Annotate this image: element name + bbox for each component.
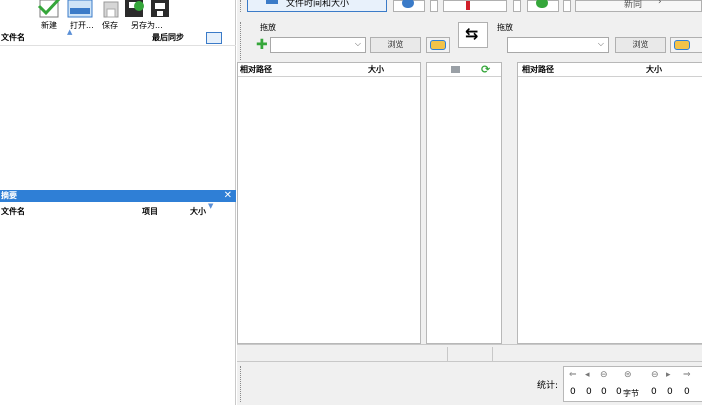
left-folder-input[interactable]: ⌵ bbox=[270, 37, 366, 53]
right-folder-input[interactable]: ⌵ bbox=[507, 37, 609, 53]
open-config-button[interactable] bbox=[66, 0, 94, 18]
summary-title-bar: 摘要 ✕ bbox=[0, 190, 236, 202]
stat-delete-left: 0 bbox=[601, 387, 607, 397]
stat-bytes-unit: 字节 bbox=[623, 389, 639, 398]
stat-create-right: 0 bbox=[684, 387, 690, 397]
delete-right-icon: ⊖ bbox=[651, 370, 659, 380]
open-folder-icon bbox=[67, 0, 93, 18]
right-grid-header: 相对路径 大小 bbox=[518, 63, 702, 77]
stat-delete-right: 0 bbox=[651, 387, 657, 397]
new-file-icon bbox=[37, 0, 61, 18]
green-gear-icon bbox=[536, 0, 548, 8]
cloud-folder-icon bbox=[430, 40, 446, 50]
add-folder-pair-button[interactable]: ✚ bbox=[255, 37, 269, 53]
stat-create-left: 0 bbox=[570, 387, 576, 397]
compare-settings-button[interactable] bbox=[393, 0, 425, 12]
right-cloud-button[interactable] bbox=[670, 37, 702, 53]
delete-left-icon: ⊖ bbox=[600, 370, 608, 380]
col-file-name[interactable]: 文件名 bbox=[1, 30, 25, 46]
save-as-icon bbox=[125, 0, 144, 17]
filter-icon bbox=[466, 1, 470, 10]
stats-label: 统计: bbox=[537, 381, 559, 391]
update-right-icon: ▸ bbox=[666, 370, 671, 380]
left-file-grid[interactable] bbox=[237, 62, 421, 344]
right-col-path[interactable]: 相对路径 bbox=[522, 63, 554, 77]
close-icon[interactable]: ✕ bbox=[224, 190, 232, 202]
list-view-icon[interactable] bbox=[206, 32, 222, 44]
right-drag-label: 拖放 bbox=[497, 23, 513, 32]
summary-header: 文件名 项目 大小 ▼ bbox=[0, 202, 236, 220]
middle-action-grid[interactable] bbox=[426, 62, 502, 344]
stat-bytes: 0 bbox=[616, 387, 622, 397]
summary-col-name[interactable]: 文件名 bbox=[1, 204, 25, 220]
config-list[interactable] bbox=[0, 46, 236, 190]
folder-grip-left[interactable] bbox=[240, 22, 243, 60]
chevron-right-icon: › bbox=[658, 0, 662, 7]
stats-grip[interactable] bbox=[240, 366, 243, 402]
compare-icon bbox=[266, 0, 278, 4]
toolbar-grip[interactable] bbox=[240, 0, 243, 12]
summary-col-item[interactable]: 项目 bbox=[142, 204, 158, 220]
plus-icon: ✚ bbox=[256, 37, 268, 53]
left-cloud-button[interactable] bbox=[426, 37, 450, 53]
chevron-down-icon: ⌵ bbox=[597, 39, 604, 48]
left-grid-header: 相对路径 大小 bbox=[238, 63, 420, 77]
save-as-button[interactable] bbox=[121, 0, 149, 18]
save-as-batch-button[interactable] bbox=[147, 0, 175, 18]
left-browse-button[interactable]: 浏览 bbox=[370, 37, 421, 53]
left-panel: 新建 打开... 保存 另存为... 文件名 ▲ 最后同步 摘要 ✕ 文件名 项… bbox=[0, 0, 236, 405]
summary-list[interactable] bbox=[0, 220, 236, 405]
right-col-size[interactable]: 大小 bbox=[646, 63, 662, 77]
sync-settings-button[interactable] bbox=[527, 0, 559, 12]
stats-panel: ⇐ ◂ ⊖ ⊜ ⊖ ▸ ⇒ 0 0 0 0 字节 0 0 0 bbox=[563, 366, 702, 402]
save-as-batch-icon bbox=[151, 0, 169, 17]
create-right-icon: ⇒ bbox=[683, 370, 691, 380]
filter-dropdown[interactable] bbox=[513, 0, 521, 12]
right-browse-button[interactable]: 浏览 bbox=[615, 37, 666, 53]
summary-col-size[interactable]: 大小 bbox=[190, 204, 206, 220]
status-divider bbox=[492, 347, 493, 361]
summary-title: 摘要 bbox=[1, 191, 17, 200]
stat-update-left: 0 bbox=[586, 387, 592, 397]
status-bar bbox=[237, 344, 702, 362]
gear-icon bbox=[402, 0, 414, 8]
cloud-folder-icon bbox=[674, 40, 690, 50]
status-divider bbox=[447, 347, 448, 361]
refresh-icon[interactable]: ⟳ bbox=[481, 63, 490, 77]
sync-button[interactable]: 新同 › bbox=[575, 0, 702, 12]
config-list-header: 文件名 ▲ 最后同步 bbox=[0, 28, 236, 46]
stat-update-right: 0 bbox=[667, 387, 673, 397]
left-drag-label: 拖放 bbox=[260, 23, 276, 32]
sort-asc-icon: ▲ bbox=[67, 28, 73, 36]
sync-dropdown[interactable] bbox=[563, 0, 571, 12]
left-col-size[interactable]: 大小 bbox=[368, 63, 384, 77]
data-transfer-icon: ⊜ bbox=[624, 370, 632, 380]
col-last-sync[interactable]: 最后同步 bbox=[152, 30, 184, 46]
right-file-grid[interactable] bbox=[517, 62, 702, 344]
compare-variant-button[interactable]: 文件时间和大小 bbox=[247, 0, 387, 12]
sync-label: 新同 bbox=[624, 0, 643, 10]
update-left-icon: ◂ bbox=[585, 370, 590, 380]
compare-dropdown[interactable] bbox=[430, 0, 438, 12]
checkbox-icon[interactable] bbox=[451, 66, 460, 73]
chevron-down-icon: ⌵ bbox=[354, 39, 361, 48]
swap-arrows-icon: ⇆ bbox=[465, 24, 479, 43]
new-config-button[interactable] bbox=[36, 0, 64, 18]
compare-label: 文件时间和大小 bbox=[286, 0, 350, 9]
swap-sides-button[interactable]: ⇆ bbox=[458, 22, 488, 48]
sort-desc-icon: ▼ bbox=[208, 202, 214, 210]
filter-button[interactable] bbox=[443, 0, 507, 12]
middle-grid-header: ⟳ bbox=[427, 63, 501, 77]
left-col-path[interactable]: 相对路径 bbox=[240, 63, 272, 77]
create-left-icon: ⇐ bbox=[569, 370, 577, 380]
main-area: 文件时间和大小 新同 › 拖放 ✚ ⌵ 浏览 ⇆ 拖放 ⌵ 浏览 相对路径 大小… bbox=[237, 0, 702, 405]
